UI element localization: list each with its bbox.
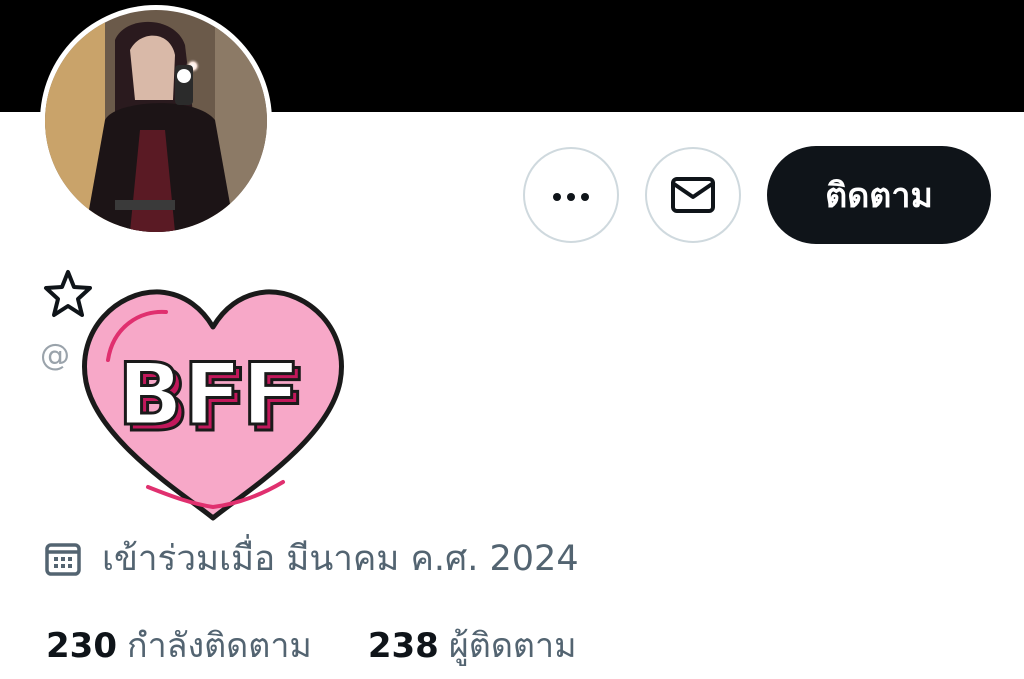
more-options-button[interactable] [523,147,619,243]
join-date: เข้าร่วมเมื่อ มีนาคม ค.ศ. 2024 [44,535,579,581]
following-count: 230 [46,626,117,666]
envelope-icon [671,177,715,213]
profile-avatar[interactable] [40,5,272,237]
bff-heart-sticker: BFF BFF [82,289,344,521]
follow-stats: 230 กำลังติดตาม 238 ผู้ติดตาม [46,618,633,672]
follow-button[interactable]: ติดตาม [767,146,991,244]
avatar-image [45,10,267,232]
following-link[interactable]: 230 กำลังติดตาม [46,618,312,672]
message-button[interactable] [645,147,741,243]
followers-link[interactable]: 238 ผู้ติดตาม [368,618,577,672]
more-options-icon [550,186,592,205]
calendar-icon [45,543,81,576]
following-label: กำลังติดตาม [126,626,312,666]
followers-count: 238 [367,626,439,666]
sticker-text: BFF [117,345,300,445]
join-date-text: เข้าร่วมเมื่อ มีนาคม ค.ศ. 2024 [102,538,579,579]
followers-label: ผู้ติดตาม [448,626,577,666]
profile-handle: @ [40,338,70,373]
